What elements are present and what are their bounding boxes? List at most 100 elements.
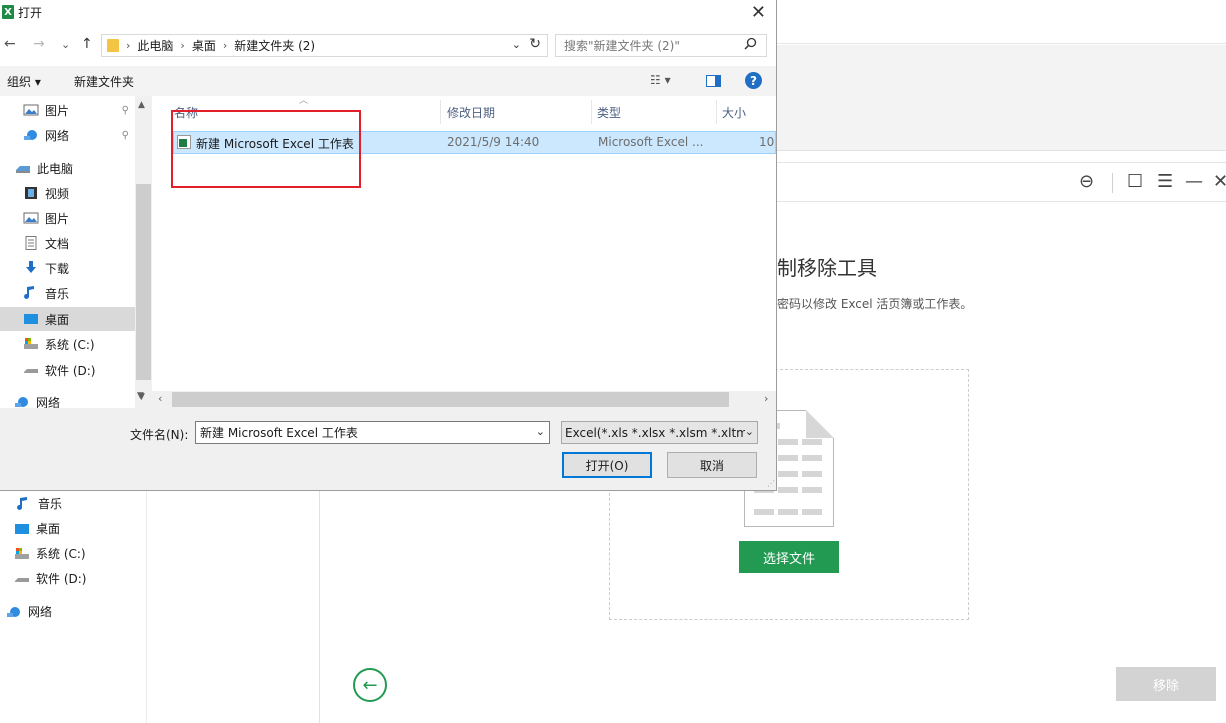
dialog-title: 打开 (18, 6, 43, 20)
column-header-type[interactable]: 类型 (597, 104, 621, 121)
highlight-annotation (171, 110, 361, 188)
app-icon: X (2, 5, 14, 19)
menu-icon[interactable]: ☰ (1157, 172, 1173, 192)
bg-nav-item-network[interactable]: 网络 (6, 603, 52, 620)
nav-item-network-quick[interactable]: 网络 ⚲ (0, 123, 135, 147)
address-dropdown-icon[interactable]: ⌄ (512, 38, 521, 51)
bg-nav-item-system-drive[interactable]: 系统 (C:) (14, 545, 86, 562)
bg-nav-item-drive-d[interactable]: 软件 (D:) (14, 570, 86, 587)
minimize-icon[interactable]: — (1185, 172, 1203, 192)
bg-nav-item-desktop[interactable]: 桌面 (14, 520, 60, 537)
system-drive-icon (14, 547, 30, 561)
close-icon[interactable]: ✕ (751, 2, 766, 23)
column-header-size[interactable]: 大小 (722, 104, 746, 121)
chevron-down-icon[interactable]: ⌄ (536, 425, 545, 438)
recent-locations-icon[interactable]: ⌄ (61, 38, 70, 51)
background-panel-divider (146, 491, 147, 723)
remove-button[interactable]: 移除 (1116, 667, 1216, 701)
new-folder-button[interactable]: 新建文件夹 (74, 73, 134, 90)
breadcrumb-item-folder[interactable]: 新建文件夹 (2) (234, 37, 315, 54)
organize-menu[interactable]: 组织 ▾ (7, 73, 41, 90)
pictures-icon (23, 211, 39, 225)
back-arrow-icon[interactable]: ← (353, 668, 387, 702)
search-input[interactable]: 搜索"新建文件夹 (2)" (555, 34, 767, 57)
pin-icon[interactable]: ⚲ (122, 130, 129, 141)
nav-item-network[interactable]: 网络 (0, 390, 135, 408)
address-field[interactable]: › 此电脑 › 桌面 › 新建文件夹 (2) ⌄ ↻ (101, 34, 548, 57)
dialog-toolbar: 组织 ▾ 新建文件夹 ☷ ▾ ? (0, 66, 776, 96)
nav-item-this-pc[interactable]: 此电脑 (0, 156, 135, 180)
tool-title: 制移除工具 (777, 256, 877, 280)
desktop-icon (23, 312, 39, 326)
filename-value: 新建 Microsoft Excel 工作表 (200, 426, 358, 440)
nav-item-system-drive[interactable]: 系统 (C:) (0, 332, 135, 356)
desktop-icon (14, 522, 30, 536)
navigation-scrollbar[interactable]: ▲ ▼ (135, 96, 152, 408)
feedback-icon[interactable]: ☐ (1127, 172, 1143, 192)
help-icon[interactable]: ? (745, 72, 762, 89)
sort-ascending-icon: ︿ (299, 96, 309, 106)
horizontal-scrollbar[interactable]: ‹ › (152, 391, 776, 408)
background-top-bar (777, 0, 1226, 44)
close-icon[interactable]: ✕ (1213, 172, 1226, 192)
header-separator (1112, 173, 1113, 193)
preview-pane-icon[interactable] (706, 75, 721, 87)
nav-item-label: 文档 (45, 236, 70, 251)
nav-item-label: 软件 (D:) (45, 363, 96, 378)
nav-item-downloads[interactable]: 下载 (0, 256, 135, 280)
nav-item-desktop[interactable]: 桌面 (0, 307, 135, 331)
file-modified-date: 2021/5/9 14:40 (447, 135, 540, 149)
file-type-select[interactable]: Excel(*.xls *.xlsx *.xlsm *.xltm ⌄ (561, 421, 758, 444)
nav-item-label: 图片 (45, 211, 70, 226)
nav-item-label: 图片 (45, 103, 70, 118)
bg-nav-label: 桌面 (36, 522, 61, 536)
refresh-icon[interactable]: ↻ (529, 36, 541, 52)
scroll-right-icon[interactable]: › (764, 392, 768, 405)
folder-icon (107, 39, 119, 52)
search-icon[interactable] (744, 37, 757, 54)
up-folder-icon[interactable]: ↑ (81, 36, 93, 52)
drive-icon (23, 363, 39, 377)
choose-file-button[interactable]: 选择文件 (739, 541, 839, 573)
file-type: Microsoft Excel ... (598, 135, 704, 149)
nav-item-pictures-quick[interactable]: 图片 ⚲ (0, 98, 135, 122)
column-divider[interactable] (440, 100, 441, 124)
scrollbar-thumb[interactable] (136, 184, 151, 380)
pictures-icon (23, 103, 39, 117)
scroll-up-icon[interactable]: ▲ (138, 100, 145, 110)
nav-item-documents[interactable]: 文档 (0, 231, 135, 255)
resize-grip-icon[interactable]: ⋰ (767, 479, 775, 488)
breadcrumb-item-desktop[interactable]: 桌面 (192, 37, 216, 54)
chevron-down-icon[interactable]: ⌄ (744, 425, 754, 438)
breadcrumb-separator-icon: › (126, 39, 131, 52)
network-icon (23, 128, 39, 142)
column-divider[interactable] (591, 100, 592, 124)
scrollbar-thumb[interactable] (172, 392, 729, 407)
nav-item-label: 此电脑 (37, 161, 74, 176)
scroll-down-icon[interactable]: ▼ (137, 391, 144, 401)
video-icon (23, 186, 39, 200)
bg-nav-item-music[interactable]: 音乐 (16, 495, 62, 512)
filename-input[interactable]: 新建 Microsoft Excel 工作表 ⌄ (195, 421, 550, 444)
drive-icon (14, 572, 30, 586)
nav-item-videos[interactable]: 视频 (0, 181, 135, 205)
cancel-button[interactable]: 取消 (667, 452, 757, 478)
column-divider[interactable] (716, 100, 717, 124)
nav-item-music[interactable]: 音乐 (0, 281, 135, 305)
change-view-icon[interactable]: ☷ ▾ (650, 73, 671, 87)
pin-icon[interactable]: ⚲ (122, 105, 129, 116)
scroll-left-icon[interactable]: ‹ (158, 392, 162, 405)
nav-item-label: 网络 (45, 128, 70, 143)
user-icon[interactable]: ⊖ (1079, 172, 1094, 192)
nav-item-pictures[interactable]: 图片 (0, 206, 135, 230)
forward-icon[interactable]: → (33, 36, 45, 52)
dialog-title-bar[interactable]: X 打开 ✕ (0, 0, 776, 26)
column-header-modified[interactable]: 修改日期 (447, 104, 495, 121)
bg-nav-label: 系统 (C:) (36, 547, 86, 561)
nav-item-drive-d[interactable]: 软件 (D:) (0, 358, 135, 382)
breadcrumb-separator-icon: › (180, 39, 185, 52)
open-button[interactable]: 打开(O) (562, 452, 652, 478)
system-drive-icon (23, 337, 39, 351)
back-icon[interactable]: ← (4, 36, 16, 52)
breadcrumb-item-this-pc[interactable]: 此电脑 (137, 37, 173, 54)
